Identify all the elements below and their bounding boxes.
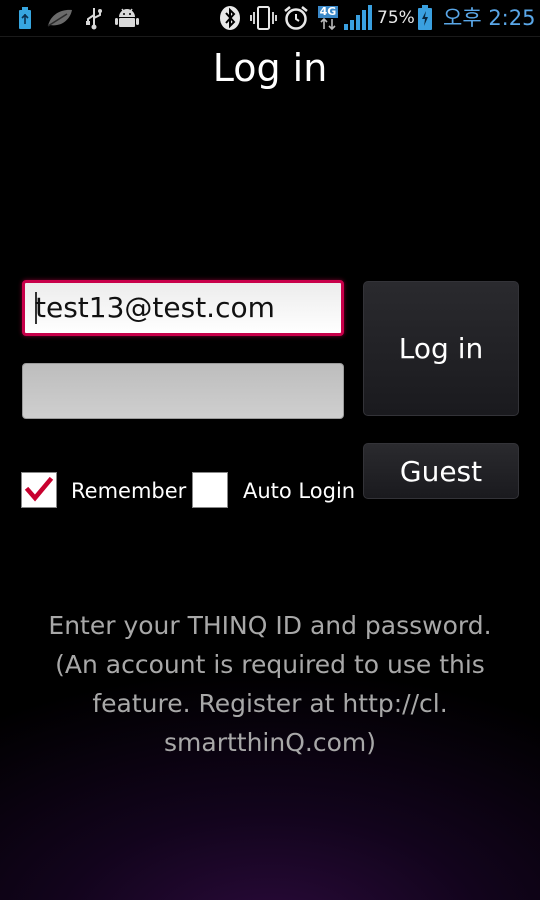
login-button[interactable]: Log in — [363, 281, 519, 416]
email-value: test13@test.com — [35, 291, 275, 324]
login-button-label: Log in — [398, 332, 484, 365]
battery-percent: 75% — [377, 8, 415, 28]
network-type: 4G — [317, 5, 339, 18]
auto-login-label[interactable]: Auto Login — [243, 476, 355, 506]
guest-button[interactable]: Guest — [363, 443, 519, 499]
network-indicator: 4G — [316, 5, 340, 31]
leaf-icon — [44, 5, 76, 31]
clock: 오후 2:25 — [443, 6, 536, 30]
info-line: (An account is required to use this — [55, 650, 485, 679]
bluetooth-icon — [218, 5, 242, 31]
page-title: Log in — [212, 46, 328, 90]
alarm-icon — [282, 5, 310, 31]
remember-checkbox[interactable] — [21, 472, 57, 508]
usb-storage-icon — [14, 5, 36, 31]
auto-login-checkbox[interactable] — [192, 472, 228, 508]
vibrate-icon — [249, 5, 277, 31]
info-line: Enter your THINQ ID and password. — [48, 611, 492, 640]
battery-icon — [416, 5, 434, 31]
signal-icon — [343, 5, 373, 31]
data-transfer-icon — [320, 18, 336, 30]
remember-label[interactable]: Remember — [71, 476, 186, 506]
info-message: Enter your THINQ ID and password. (An ac… — [20, 606, 520, 762]
email-field[interactable]: test13@test.com — [22, 280, 344, 336]
guest-button-label: Guest — [399, 454, 483, 488]
status-bar: 4G 75% 오후 2:25 — [0, 0, 540, 37]
checkmark-icon — [24, 476, 54, 502]
info-line: feature. Register at http://cl. — [92, 689, 448, 718]
info-line: smartthinQ.com) — [164, 728, 376, 757]
usb-icon — [82, 5, 106, 31]
password-field[interactable] — [22, 363, 344, 419]
android-debug-icon — [113, 5, 141, 31]
